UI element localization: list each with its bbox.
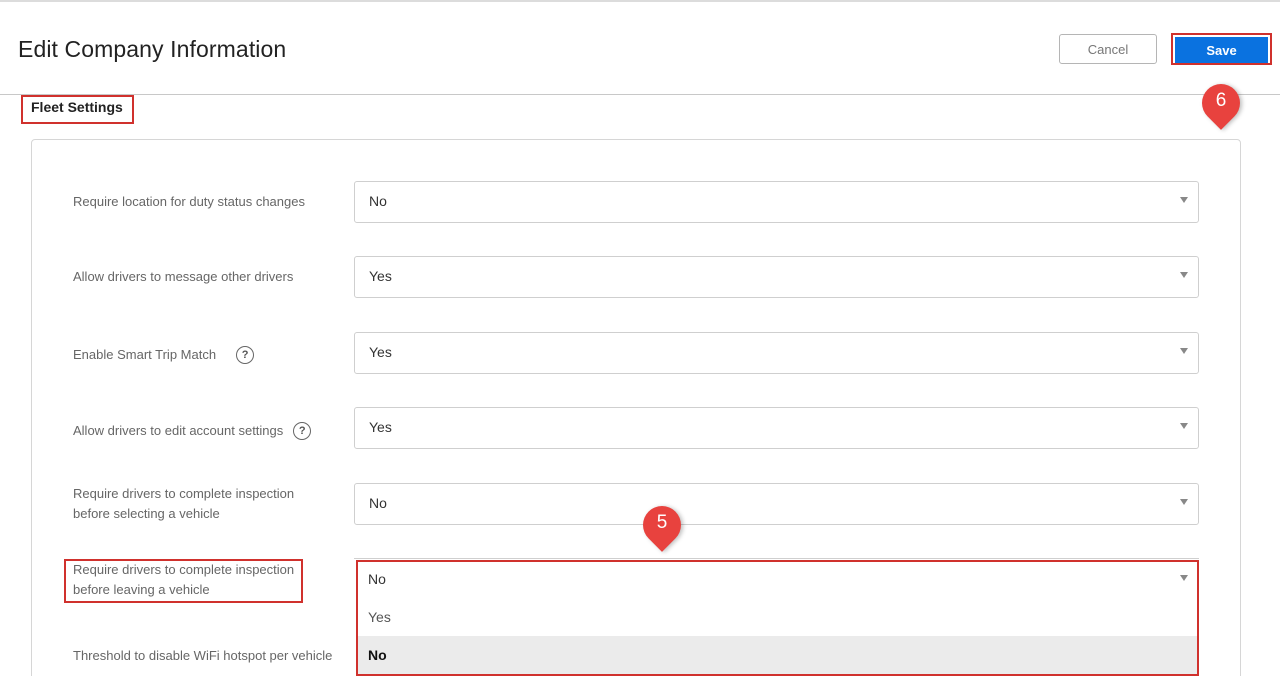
page-title: Edit Company Information — [18, 36, 287, 62]
section-highlight-box — [21, 95, 134, 124]
setting-label-wifi-threshold: Threshold to disable WiFi hotspot per ve… — [73, 648, 333, 663]
select-value: No — [369, 495, 387, 511]
setting-label-text: Enable Smart Trip Match — [73, 347, 217, 362]
caret-down-icon — [1180, 423, 1188, 429]
caret-down-icon — [1180, 272, 1188, 278]
caret-down-icon — [1180, 499, 1188, 505]
page-header: Edit Company Information Cancel Save — [0, 2, 1280, 95]
question-circle-icon[interactable]: ? — [293, 421, 312, 440]
select-value: Yes — [369, 419, 392, 435]
label-line: before selecting a vehicle — [73, 506, 220, 521]
select-value: Yes — [369, 268, 392, 284]
setting-label-message-drivers: Allow drivers to message other drivers — [73, 269, 294, 284]
select-location-duty-status[interactable]: No — [354, 181, 1199, 223]
step-number: 5 — [656, 512, 668, 533]
select-value: No — [369, 193, 387, 209]
caret-down-icon — [1180, 197, 1188, 203]
select-inspection-selecting[interactable]: No — [354, 483, 1199, 525]
dropdown-highlight-box — [356, 560, 1199, 676]
setting-label-edit-account: Allow drivers to edit account settings? — [73, 421, 312, 441]
setting-label-location: Require location for duty status changes — [73, 194, 305, 209]
select-edit-account-settings[interactable]: Yes — [354, 407, 1199, 449]
cancel-button[interactable]: Cancel — [1059, 34, 1157, 64]
setting-label-smart-trip: Enable Smart Trip Match? — [73, 345, 255, 365]
select-message-drivers[interactable]: Yes — [354, 256, 1199, 298]
select-value: Yes — [369, 344, 392, 360]
select-smart-trip-match[interactable]: Yes — [354, 332, 1199, 374]
label-line: Require drivers to complete inspection — [73, 486, 295, 501]
save-highlight-box — [1171, 33, 1272, 65]
caret-down-icon — [1180, 348, 1188, 354]
label-highlight-box — [64, 559, 303, 603]
setting-label-inspection-selecting: Require drivers to complete inspection b… — [73, 484, 294, 524]
step-number: 6 — [1215, 90, 1227, 111]
question-circle-icon[interactable]: ? — [236, 345, 255, 364]
setting-label-text: Allow drivers to edit account settings — [73, 423, 284, 438]
